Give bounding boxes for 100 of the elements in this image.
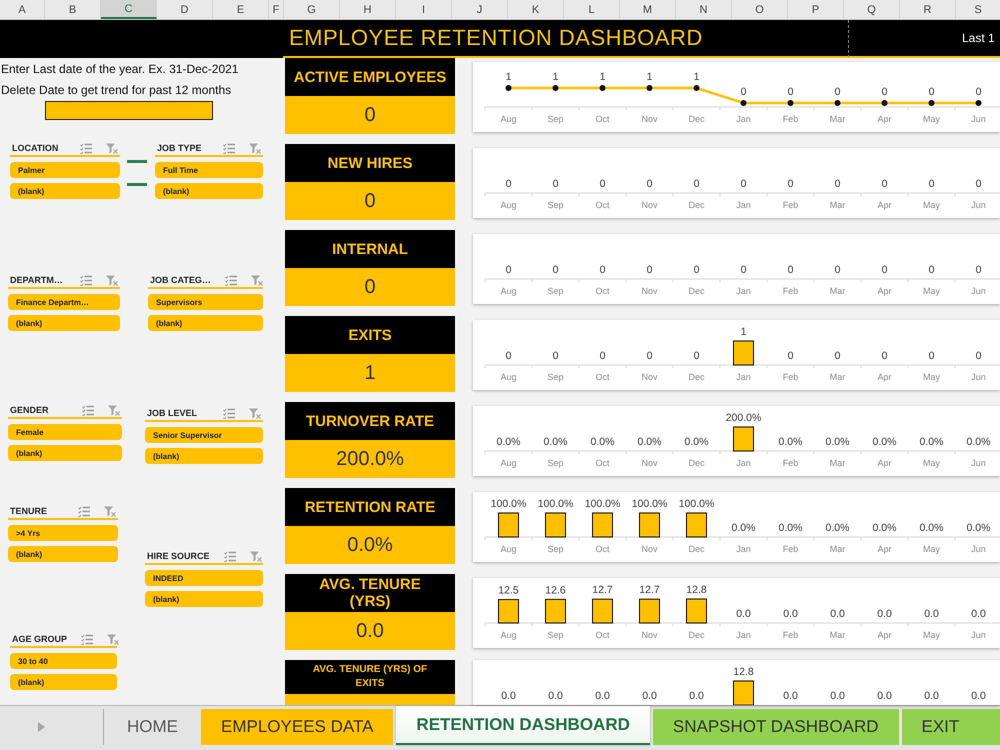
column-header[interactable]: J — [452, 0, 508, 19]
clear-filter-icon[interactable] — [106, 142, 118, 154]
column-header[interactable]: O — [732, 0, 788, 19]
bar — [592, 512, 613, 538]
data-label: 12.6 — [545, 584, 566, 596]
bar — [686, 598, 707, 624]
axis-label: Jan — [736, 458, 751, 468]
clear-filter-icon[interactable] — [250, 550, 262, 562]
column-header[interactable]: L — [564, 0, 620, 19]
slicer-item[interactable]: Finance Departm… — [8, 294, 120, 310]
slicer-item[interactable]: Senior Supervisor — [145, 427, 263, 443]
checklist-icon[interactable] — [224, 274, 237, 286]
checklist-icon[interactable] — [80, 142, 92, 154]
slicer-item[interactable]: (blank) — [145, 448, 263, 464]
slicer-item[interactable]: (blank) — [10, 183, 120, 199]
clear-filter-icon[interactable] — [107, 634, 120, 644]
clear-filter-icon[interactable] — [108, 404, 120, 416]
column-header[interactable]: E — [213, 0, 269, 19]
axis-label: Apr — [878, 544, 892, 554]
checklist-icon[interactable] — [82, 404, 94, 416]
clear-filter-icon[interactable] — [249, 408, 261, 418]
sheet-tab[interactable]: SNAPSHOT DASHBOARD — [652, 709, 898, 745]
data-label: 1 — [646, 71, 652, 83]
axis-label: Aug — [500, 630, 516, 640]
clear-filter-icon[interactable] — [106, 274, 118, 286]
sheet-tab[interactable]: HOME — [107, 709, 198, 745]
slicer-item[interactable]: Full Time — [155, 162, 263, 178]
column-header[interactable]: M — [620, 0, 676, 19]
column-header[interactable]: S — [956, 0, 1000, 19]
data-label: 0.0 — [501, 690, 516, 702]
column-header[interactable]: R — [900, 0, 956, 19]
instruction-text: Delete Date to get trend for past 12 months — [0, 82, 232, 99]
data-label: 200.0% — [726, 412, 762, 424]
axis-label: Jan — [736, 114, 751, 124]
data-point — [788, 100, 794, 106]
data-label: 0.0 — [736, 608, 751, 620]
axis-label: Nov — [642, 372, 658, 382]
slicer-item[interactable]: Supervisors — [148, 294, 263, 310]
data-label: 1 — [552, 71, 558, 83]
sheet-tab[interactable]: RETENTION DASHBOARD — [396, 706, 650, 745]
column-header[interactable]: P — [788, 0, 844, 19]
data-label: 12.8 — [686, 584, 707, 596]
data-label: 0.0% — [684, 436, 708, 448]
slicer-item[interactable]: (blank) — [145, 591, 263, 607]
slicer-item[interactable]: (blank) — [155, 183, 263, 199]
slicer-item[interactable]: INDEED — [145, 570, 263, 586]
axis-label: Jun — [971, 114, 986, 124]
slicer-item[interactable]: >4 Yrs — [8, 525, 118, 541]
sheet-tab[interactable]: EMPLOYEES DATA — [201, 709, 394, 745]
checklist-icon[interactable] — [78, 506, 90, 516]
axis-label: Sep — [548, 114, 564, 124]
axis-label: Mar — [830, 372, 846, 382]
axis-label: Feb — [782, 200, 798, 210]
slicer-item[interactable]: (blank) — [8, 315, 120, 331]
column-header[interactable]: I — [396, 0, 452, 19]
slicer-item[interactable]: Female — [8, 424, 122, 440]
data-label: 0 — [882, 350, 888, 362]
axis-label: Jun — [971, 200, 986, 210]
checklist-icon[interactable] — [81, 634, 94, 644]
column-header[interactable]: C — [101, 0, 157, 19]
clear-filter-icon[interactable] — [250, 274, 263, 286]
bar — [545, 512, 566, 538]
data-label: 0 — [928, 178, 934, 190]
slicer-item[interactable]: 30 to 40 — [10, 653, 117, 669]
column-header[interactable]: A — [0, 0, 45, 19]
column-header[interactable]: D — [157, 0, 213, 19]
clear-filter-icon[interactable] — [249, 142, 261, 154]
caret-right-icon[interactable] — [38, 722, 45, 732]
sheet-tab[interactable]: EXIT — [902, 709, 1000, 745]
axis-label: May — [923, 286, 940, 296]
data-label: 0.0 — [924, 608, 939, 620]
slicer-item[interactable]: (blank) — [8, 546, 118, 562]
data-label: 0.0% — [590, 436, 614, 448]
column-header[interactable]: Q — [844, 0, 900, 19]
axis-label: May — [923, 372, 940, 382]
slicer-item[interactable]: (blank) — [8, 445, 122, 461]
slicer-item[interactable]: (blank) — [10, 674, 117, 690]
data-label: 0.0% — [966, 436, 990, 448]
data-label: 100.0% — [490, 498, 526, 510]
column-header[interactable]: H — [340, 0, 396, 19]
date-input-field[interactable] — [45, 101, 213, 120]
slicer-item[interactable]: Palmer — [10, 162, 120, 178]
clear-filter-icon[interactable] — [104, 506, 116, 516]
checklist-icon[interactable] — [223, 408, 235, 418]
kpi-title: INTERNAL — [285, 230, 455, 268]
column-header[interactable]: N — [676, 0, 732, 19]
data-label: 0 — [552, 178, 558, 190]
column-header[interactable]: F — [269, 0, 284, 19]
data-label: 12.7 — [592, 584, 613, 596]
checklist-icon[interactable] — [80, 274, 92, 286]
column-header[interactable]: K — [508, 0, 564, 19]
slicer-item[interactable]: (blank) — [148, 315, 263, 331]
checklist-icon[interactable] — [223, 142, 235, 154]
axis-label: Dec — [688, 114, 704, 124]
column-header[interactable]: G — [284, 0, 340, 19]
axis-label: May — [923, 458, 940, 468]
axis-label: May — [923, 200, 940, 210]
checklist-icon[interactable] — [224, 550, 236, 562]
slicer-title: JOB TYPE — [157, 143, 203, 153]
data-point — [552, 85, 558, 91]
